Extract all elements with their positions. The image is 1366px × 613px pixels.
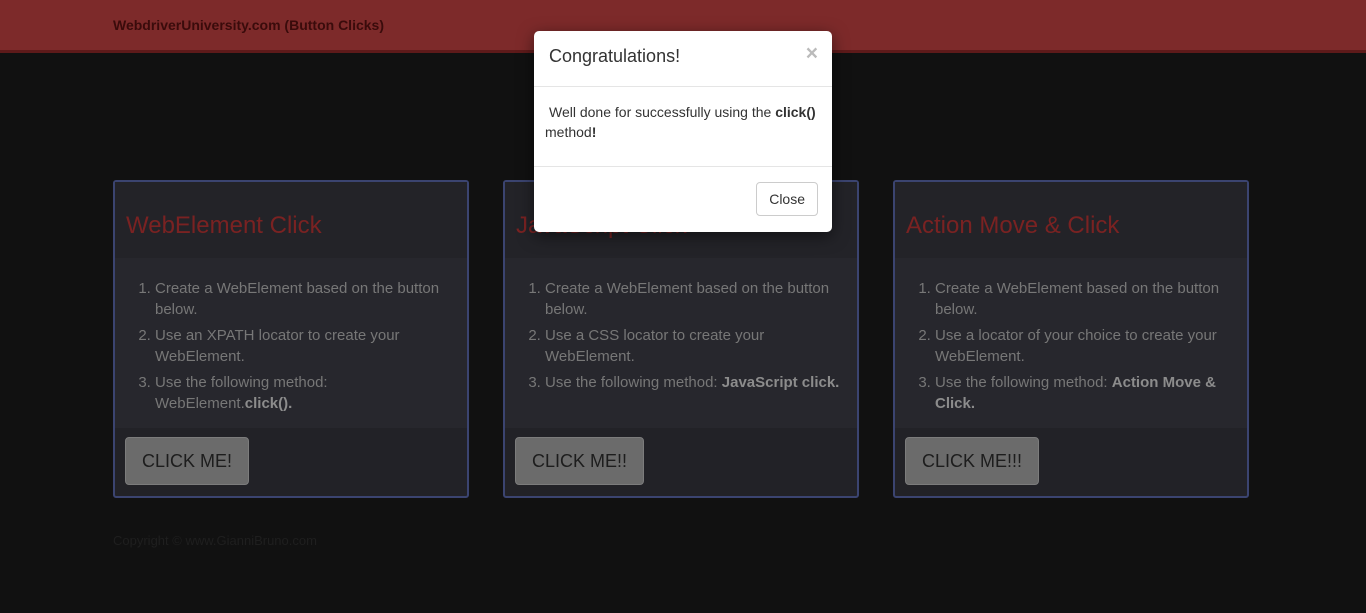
panel-action-move-click: Action Move & Click Create a WebElement … — [893, 180, 1249, 498]
modal-header: Congratulations! × — [534, 31, 832, 87]
panel-body: Create a WebElement based on the button … — [115, 258, 467, 428]
modal-title: Congratulations! — [549, 46, 681, 66]
step-text: Use an XPATH locator to create your WebE… — [155, 327, 400, 365]
modal-message: Well done for successfully using the — [549, 104, 776, 120]
steps-list: Create a WebElement based on the button … — [515, 278, 847, 393]
list-item: Use the following method: WebElement.cli… — [155, 372, 457, 414]
step-method: click(). — [244, 395, 293, 412]
panel-title: Action Move & Click — [895, 182, 1247, 258]
steps-list: Create a WebElement based on the button … — [125, 278, 457, 414]
step-text: Create a WebElement based on the button … — [155, 280, 440, 318]
step-method: JavaScript click. — [721, 374, 840, 391]
list-item: Use a locator of your choice to create y… — [935, 325, 1237, 367]
modal-footer: Close — [534, 167, 832, 231]
close-button[interactable]: Close — [756, 182, 818, 216]
panel-webelement-click: WebElement Click Create a WebElement bas… — [113, 180, 469, 498]
list-item: Use the following method: Action Move & … — [935, 372, 1237, 414]
panel-footer: CLICK ME!!! — [895, 428, 1247, 494]
step-text: Create a WebElement based on the button … — [935, 280, 1220, 318]
step-text: Use a locator of your choice to create y… — [935, 327, 1217, 365]
modal-exclamation: ! — [591, 124, 597, 140]
step-text: Use a CSS locator to create your WebElem… — [545, 327, 765, 365]
list-item: Use the following method: JavaScript cli… — [545, 372, 847, 393]
copyright-text: Copyright © www.GianniBruno.com — [113, 533, 317, 548]
brand-link[interactable]: WebdriverUniversity.com (Button Clicks) — [113, 17, 384, 33]
congratulations-modal: Congratulations! × Well done for success… — [534, 31, 832, 232]
list-item: Create a WebElement based on the button … — [155, 278, 457, 320]
click-me-button[interactable]: CLICK ME!! — [515, 437, 645, 485]
step-text: Use the following method: — [935, 374, 1112, 391]
list-item: Use an XPATH locator to create your WebE… — [155, 325, 457, 367]
steps-list: Create a WebElement based on the button … — [905, 278, 1237, 414]
panel-title: WebElement Click — [115, 182, 467, 258]
list-item: Use a CSS locator to create your WebElem… — [545, 325, 847, 367]
click-me-button[interactable]: CLICK ME!!! — [905, 437, 1040, 485]
modal-message-end: method — [545, 124, 592, 140]
panel-body: Create a WebElement based on the button … — [505, 258, 857, 428]
close-icon[interactable]: × — [806, 43, 818, 64]
list-item: Create a WebElement based on the button … — [545, 278, 847, 320]
modal-method: click() — [775, 104, 816, 120]
step-text: Use the following method: — [545, 374, 722, 391]
click-me-button[interactable]: CLICK ME! — [125, 437, 250, 485]
panel-body: Create a WebElement based on the button … — [895, 258, 1247, 428]
step-text: Create a WebElement based on the button … — [545, 280, 830, 318]
list-item: Create a WebElement based on the button … — [935, 278, 1237, 320]
modal-body: Well done for successfully using the cli… — [534, 87, 832, 167]
panel-footer: CLICK ME!! — [505, 428, 857, 494]
step-text: Use the following method: WebElement. — [155, 374, 328, 412]
panel-footer: CLICK ME! — [115, 428, 467, 494]
